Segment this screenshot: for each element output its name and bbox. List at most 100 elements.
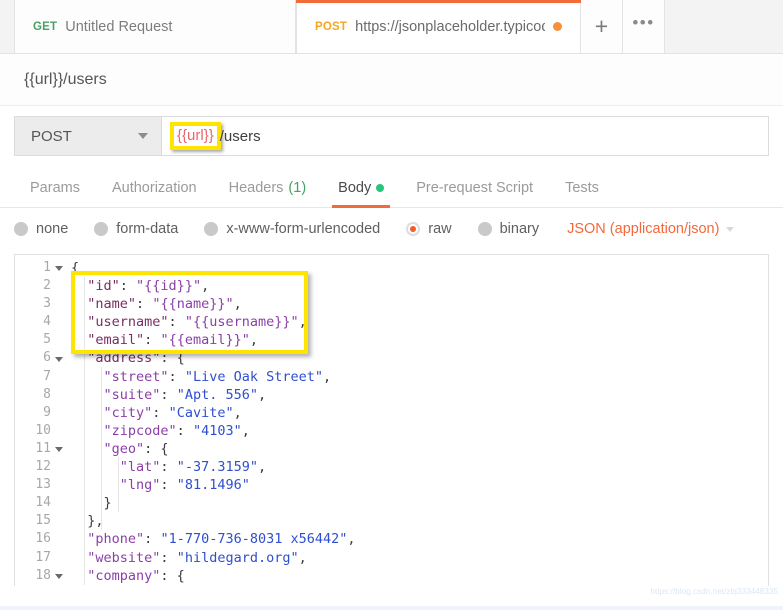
- line-number-value: 9: [43, 404, 51, 420]
- editor-line-number: 3: [15, 295, 67, 313]
- code-token-punc: ,: [257, 386, 267, 403]
- editor-code-line: "company": {: [71, 567, 768, 585]
- radio-icon[interactable]: [94, 222, 109, 236]
- editor-line-number: 6: [15, 349, 67, 367]
- body-type-radio-group: none form-data x-www-form-urlencoded raw…: [0, 208, 783, 250]
- code-token-var: "{{id}}": [136, 278, 202, 295]
- tab-options-more-icon[interactable]: •••: [623, 0, 665, 53]
- line-number-value: 5: [43, 332, 51, 348]
- line-number-value: 17: [35, 549, 51, 565]
- radio-icon[interactable]: [204, 222, 219, 236]
- code-fold-triangle-icon[interactable]: [55, 446, 63, 452]
- editor-code-line: "id": "{{id}}",: [71, 277, 768, 295]
- editor-code-line: "phone": "1-770-736-8031 x56442",: [71, 530, 768, 548]
- line-number-value: 14: [35, 495, 51, 511]
- radio-label: x-www-form-urlencoded: [226, 221, 381, 237]
- code-token-punc: :: [176, 422, 193, 439]
- unsaved-changes-dot-icon: [553, 22, 562, 31]
- http-method-select[interactable]: POST: [15, 117, 162, 155]
- line-number-value: 3: [43, 296, 51, 312]
- editor-line-number: 1: [15, 259, 67, 277]
- line-number-value: 11: [35, 440, 51, 456]
- code-token-var: "{{name}}": [152, 296, 234, 313]
- line-number-value: 15: [35, 513, 51, 529]
- body-type-option-raw[interactable]: raw: [406, 221, 452, 237]
- tab-label: Pre-request Script: [416, 180, 534, 196]
- code-token-punc: :: [152, 404, 169, 421]
- editor-content: 1 2 3 4 5 6 7 8 9 10 11 12 13 14 15 16 17 18 { "id": "{{i…: [15, 255, 768, 585]
- url-input[interactable]: {{url}} /users: [162, 117, 768, 155]
- code-token-str: "Cavite": [168, 404, 234, 421]
- body-type-option-binary[interactable]: binary: [477, 221, 539, 237]
- radio-label: form-data: [116, 221, 179, 237]
- url-variable-annotation-box: {{url}}: [170, 122, 221, 150]
- url-bar-row: POST {{url}} /users: [0, 106, 783, 166]
- tab-title-label: Untitled Request: [65, 18, 173, 35]
- tab-tests[interactable]: Tests: [549, 180, 615, 207]
- request-name-row: {{url}}/users: [0, 54, 783, 106]
- tab-label: Body: [338, 180, 372, 196]
- code-token-var: "{{username}}": [184, 314, 299, 331]
- radio-icon[interactable]: [14, 222, 28, 236]
- radio-icon-selected[interactable]: [406, 222, 421, 236]
- code-token-punc: :: [144, 332, 161, 349]
- tab-body[interactable]: Body: [322, 180, 400, 208]
- radio-icon[interactable]: [477, 222, 492, 236]
- request-tab-bar: GET Untitled Request POST https://jsonpl…: [0, 0, 783, 54]
- body-type-option-none[interactable]: none: [14, 221, 68, 237]
- line-number-value: 8: [43, 386, 51, 402]
- tab-label: Authorization: [111, 180, 197, 196]
- code-token-punc: :: [144, 531, 161, 548]
- code-token-var: "lng": [119, 477, 161, 494]
- new-tab-button[interactable]: +: [581, 0, 623, 53]
- code-token-punc: ,: [298, 314, 307, 331]
- body-present-dot-icon: [376, 184, 385, 192]
- editor-code-line: "city": "Cavite",: [71, 404, 768, 422]
- editor-line-number: 17: [15, 549, 67, 567]
- code-token-var: "{{email}}": [160, 332, 250, 349]
- tab-authorization[interactable]: Authorization: [96, 180, 213, 207]
- editor-line-number: 2: [15, 277, 67, 295]
- code-fold-triangle-icon[interactable]: [55, 356, 63, 362]
- chevron-down-icon: [726, 226, 735, 232]
- code-token-punc: :: [160, 477, 177, 494]
- tab-params[interactable]: Params: [14, 180, 96, 207]
- code-fold-triangle-icon[interactable]: [55, 573, 63, 579]
- request-tab-get-untitled[interactable]: GET Untitled Request: [14, 0, 296, 53]
- editor-line-number: 4: [15, 313, 67, 331]
- body-type-option-form-data[interactable]: form-data: [94, 221, 178, 237]
- code-token-punc: ,: [241, 422, 250, 439]
- editor-line-number: 15: [15, 512, 67, 530]
- tab-pre-request-script[interactable]: Pre-request Script: [400, 180, 549, 207]
- request-name-label: {{url}}/users: [24, 70, 107, 88]
- content-type-select[interactable]: JSON (application/json): [567, 221, 735, 237]
- editor-code-line: "email": "{{email}}",: [71, 331, 768, 349]
- editor-indent-guide: [101, 367, 102, 530]
- raw-body-editor[interactable]: 1 2 3 4 5 6 7 8 9 10 11 12 13 14 15 16 17 18 { "id": "{{i…: [14, 254, 769, 586]
- line-number-value: 10: [35, 422, 51, 438]
- editor-code-area[interactable]: { "id": "{{id}}", "name": "{{name}}", "u…: [67, 259, 768, 585]
- code-token-str: "-37.3159": [176, 459, 258, 476]
- code-fold-triangle-icon[interactable]: [55, 266, 63, 272]
- code-token-punc: {: [71, 260, 80, 276]
- body-type-option-urlencoded[interactable]: x-www-form-urlencoded: [204, 221, 380, 237]
- tab-headers[interactable]: Headers (1): [213, 180, 323, 207]
- editor-code-line: "name": "{{name}}",: [71, 295, 768, 313]
- watermark-text: https://blog.csdn.net/zbj333448335: [650, 587, 778, 596]
- code-token-str: "4103": [192, 422, 242, 439]
- content-type-value: JSON (application/json): [567, 221, 720, 237]
- request-tab-post-jsonplaceholder[interactable]: POST https://jsonplaceholder.typicod: [296, 0, 581, 53]
- code-token-var: "website": [87, 549, 161, 566]
- editor-line-number: 10: [15, 422, 67, 440]
- tab-title-label: https://jsonplaceholder.typicod: [355, 18, 545, 35]
- code-token-key: "name": [87, 296, 137, 313]
- editor-code-line: "username": "{{username}}",: [71, 313, 768, 331]
- editor-code-line: "address": {: [71, 349, 768, 367]
- code-token-punc: ,: [233, 296, 242, 313]
- code-token-var: "company": [87, 567, 161, 584]
- code-token-var: "zipcode": [103, 422, 177, 439]
- editor-code-line: "zipcode": "4103",: [71, 422, 768, 440]
